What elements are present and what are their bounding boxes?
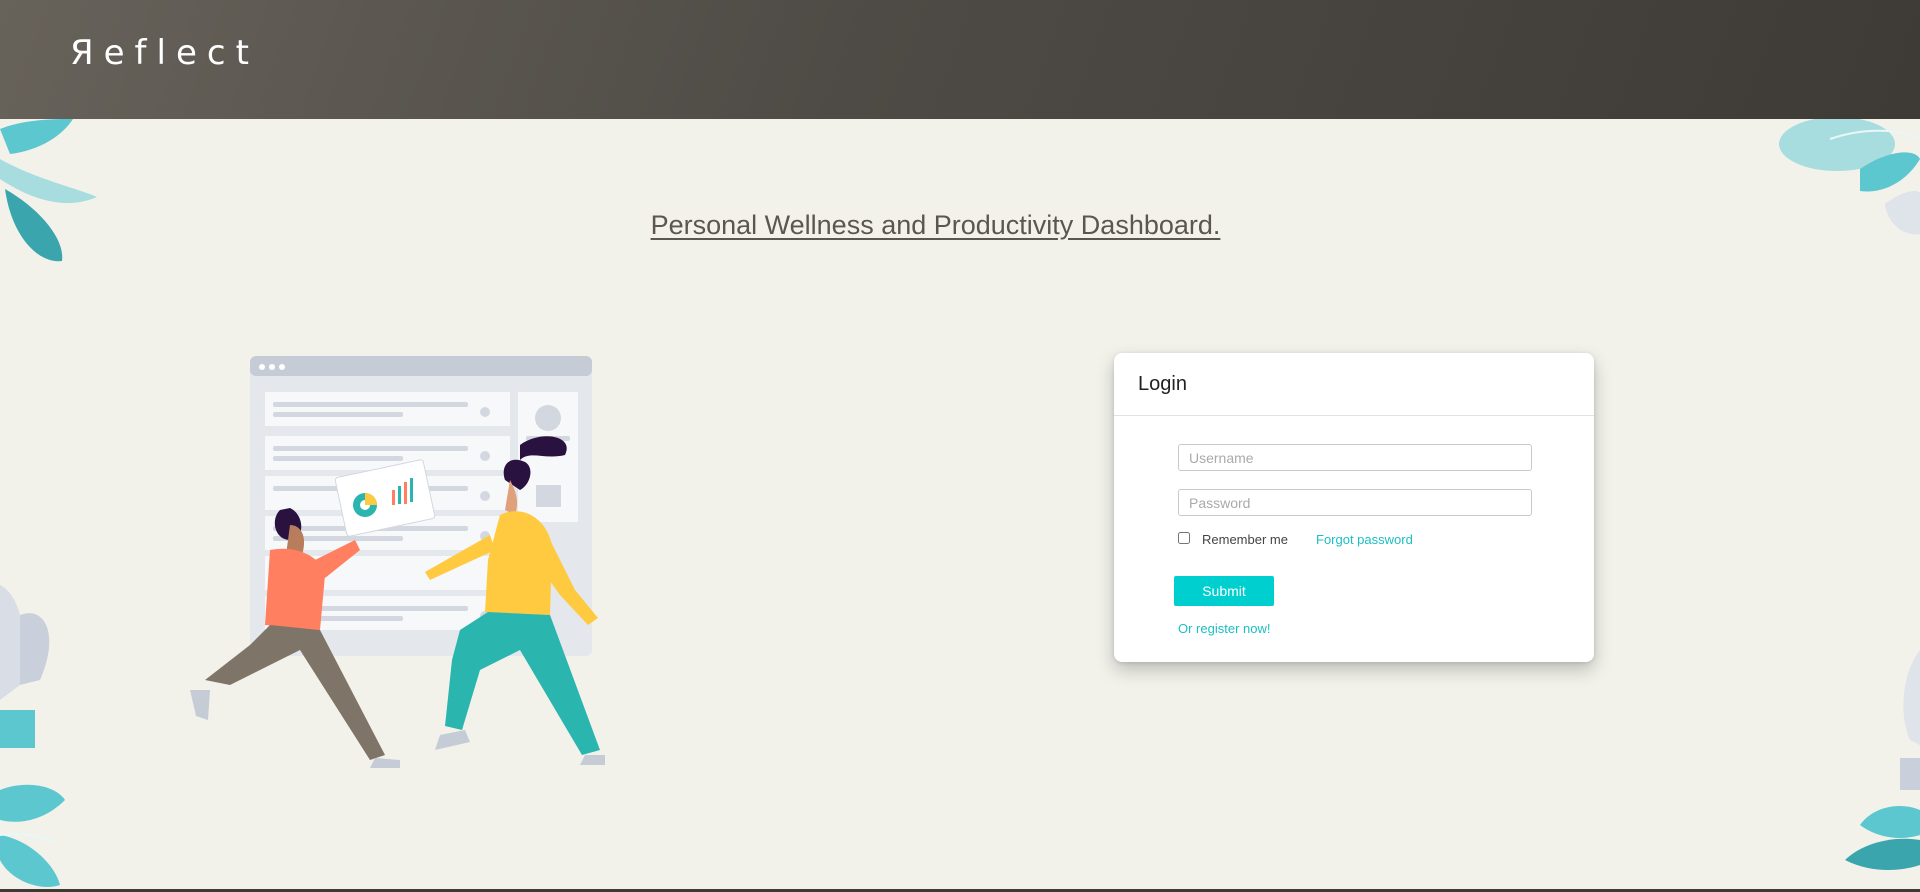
- forgot-password-link[interactable]: Forgot password: [1316, 532, 1413, 547]
- app-logo[interactable]: Яeflect: [70, 33, 259, 73]
- top-left-leaves-icon: [0, 119, 97, 262]
- header-bar: Яeflect: [0, 0, 1920, 119]
- bottom-right-leaves-icon: [1845, 650, 1920, 870]
- submit-button[interactable]: Submit: [1174, 576, 1274, 606]
- register-link[interactable]: Or register now!: [1178, 621, 1270, 636]
- remember-me-label: Remember me: [1202, 532, 1288, 547]
- remember-me-checkbox[interactable]: [1178, 532, 1190, 544]
- username-input[interactable]: [1178, 444, 1532, 471]
- password-input[interactable]: [1178, 489, 1532, 516]
- bottom-left-leaves-icon: [0, 784, 65, 888]
- team-dashboard-illustration: [190, 350, 640, 780]
- card-divider: [1114, 415, 1594, 416]
- login-card: Login Remember me Forgot password Submit…: [1114, 353, 1594, 662]
- left-plant-icon: [0, 585, 50, 748]
- page-headline[interactable]: Personal Wellness and Productivity Dashb…: [0, 210, 1871, 241]
- login-title: Login: [1138, 373, 1187, 395]
